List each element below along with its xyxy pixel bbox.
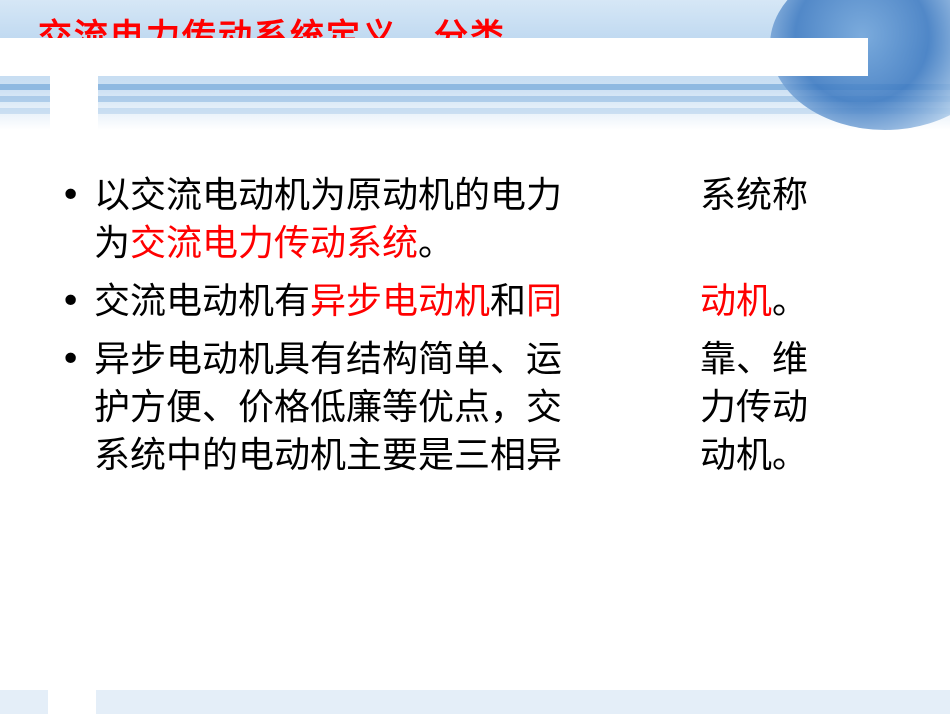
bullet-line: 交流电动机有异步电动机和同 动机。 — [94, 278, 880, 326]
bullet-line: 以交流电动机为原动机的电力 系统称 — [94, 172, 880, 220]
line-right: 动机。 — [700, 278, 880, 326]
footer-band — [0, 690, 950, 714]
bullet-item: • 交流电动机有异步电动机和同 动机。 — [60, 278, 880, 326]
body-text: 以交流电动机为原动机的电力 — [94, 175, 563, 216]
highlight-text: 动机 — [700, 281, 773, 322]
line-left: 以交流电动机为原动机的电力 — [94, 172, 700, 220]
bullet-marker: • — [60, 339, 82, 380]
line-right — [700, 220, 880, 268]
bullet-line: 异步电动机具有结构简单、运 靠、维 — [94, 336, 880, 384]
highlight-text: 异步电动机 — [310, 281, 491, 322]
body-text: 。 — [772, 281, 809, 322]
slide-title: 交流电力传动系统定义、分类 — [38, 17, 506, 38]
line-right: 动机。 — [700, 432, 880, 480]
body-text: 系统中的电动机主要是三相异 — [94, 435, 563, 476]
bullet-line: 护方便、价格低廉等优点，交 力传动 — [94, 384, 880, 432]
footer-gap — [48, 690, 96, 714]
body-text: 异步电动机具有结构简单、运 — [94, 339, 563, 380]
title-mask-bar — [0, 38, 868, 76]
highlight-text: 交流电力传动系统 — [130, 223, 419, 264]
line-left: 交流电动机有异步电动机和同 — [94, 278, 700, 326]
bullet-marker: • — [60, 175, 82, 216]
bullet-item: • 异步电动机具有结构简单、运 靠、维 护方便、价格低廉等优点，交 力传动 系统中的电动机… — [60, 336, 880, 480]
line-left: 异步电动机具有结构简单、运 — [94, 336, 700, 384]
body-text: 为 — [94, 223, 131, 264]
line-right: 系统称 — [700, 172, 880, 220]
body-text: 护方便、价格低廉等优点，交 — [94, 387, 563, 428]
line-left: 系统中的电动机主要是三相异 — [94, 432, 700, 480]
body-text: 和 — [490, 281, 527, 322]
bullet-item: • 以交流电动机为原动机的电力 系统称 为交流电力传动系统。 — [60, 172, 880, 268]
header-stripe — [0, 108, 950, 114]
line-left: 为交流电力传动系统。 — [94, 220, 700, 268]
bullet-line: 系统中的电动机主要是三相异 动机。 — [94, 432, 880, 480]
body-text: 交流电动机有 — [94, 281, 311, 322]
bullet-line: 为交流电力传动系统。 — [94, 220, 880, 268]
body-text: 系统称 — [700, 175, 809, 216]
line-left: 护方便、价格低廉等优点，交 — [94, 384, 700, 432]
line-right: 力传动 — [700, 384, 880, 432]
body-text: 力传动 — [700, 387, 809, 428]
highlight-text: 同 — [526, 281, 563, 322]
bullet-list: • 以交流电动机为原动机的电力 系统称 为交流电力传动系统。 • 交流电动机有异步电动机和… — [60, 172, 880, 490]
line-right: 靠、维 — [700, 336, 880, 384]
body-text: 。 — [418, 223, 455, 264]
body-text: 靠、维 — [700, 339, 809, 380]
body-text: 动机。 — [700, 435, 809, 476]
bullet-marker: • — [60, 281, 82, 322]
header-gap — [50, 76, 98, 130]
